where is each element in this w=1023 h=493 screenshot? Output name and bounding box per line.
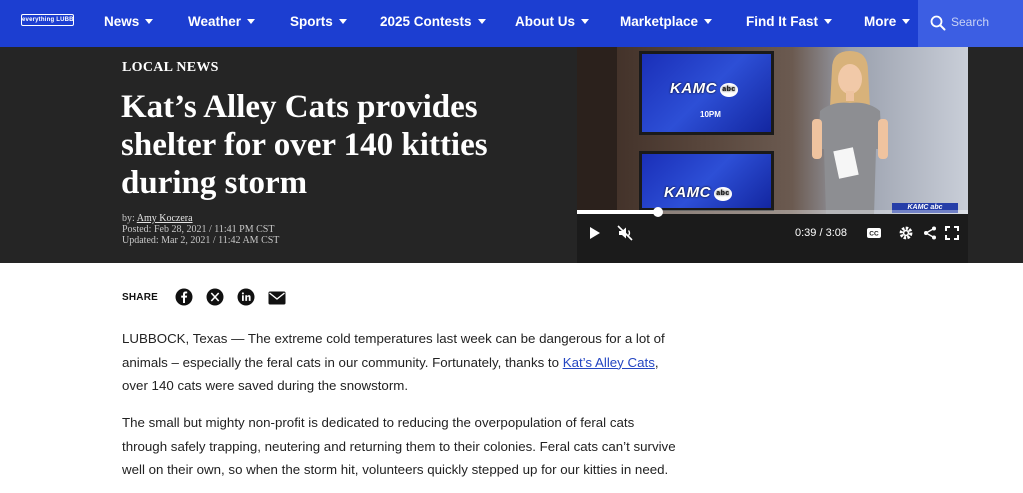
- monitor-brand: KAMC abc: [664, 184, 732, 201]
- nav-news[interactable]: News: [104, 0, 154, 44]
- scrubber-handle[interactable]: [652, 207, 663, 217]
- muted-speaker-icon[interactable]: [617, 225, 633, 241]
- monitor-brand: KAMC abc: [670, 80, 738, 97]
- time-readout: 0:39 / 3:08: [795, 227, 848, 239]
- svg-text:CC: CC: [869, 231, 879, 238]
- nav-find-it-fast-label: Find It Fast: [746, 14, 818, 29]
- byline-prefix: by:: [122, 213, 137, 224]
- x-icon[interactable]: [206, 288, 224, 306]
- nav-sports-label: Sports: [290, 14, 333, 29]
- nav-find-it-fast[interactable]: Find It Fast: [746, 0, 832, 44]
- studio-monitor: KAMC abc: [639, 151, 774, 211]
- search-box[interactable]: [918, 0, 1023, 47]
- article-paragraph: LUBBOCK, Texas — The extreme cold temper…: [122, 327, 682, 398]
- news-anchor-figure: [812, 51, 888, 214]
- article-hero: LOCAL NEWS Kat’s Alley Cats provides she…: [0, 47, 1023, 263]
- site-logo[interactable]: everything LUBBOCK: [21, 14, 74, 26]
- nav-marketplace-label: Marketplace: [620, 14, 699, 29]
- chevron-down-icon: [704, 19, 713, 24]
- nav-more[interactable]: More: [864, 0, 911, 44]
- posted-date: Posted: Feb 28, 2021 / 11:41 PM CST: [122, 224, 275, 235]
- chevron-down-icon: [477, 19, 486, 24]
- monitor-slot: 10PM: [700, 110, 721, 119]
- nav-about-us[interactable]: About Us: [515, 0, 589, 44]
- progress-fill: [577, 210, 658, 214]
- linkedin-icon[interactable]: [237, 288, 255, 306]
- chevron-down-icon: [145, 19, 154, 24]
- updated-date: Updated: Mar 2, 2021 / 11:42 AM CST: [122, 235, 280, 246]
- facebook-icon[interactable]: [175, 288, 193, 306]
- nav-about-us-label: About Us: [515, 14, 575, 29]
- play-icon[interactable]: [586, 225, 602, 241]
- current-time: 0:39: [795, 227, 817, 239]
- gear-icon[interactable]: [898, 225, 914, 241]
- search-icon[interactable]: [930, 15, 946, 31]
- share-icon[interactable]: [922, 225, 938, 241]
- nav-weather[interactable]: Weather: [188, 0, 256, 44]
- studio-monitor: KAMC abc 10PM: [639, 51, 774, 135]
- kats-alley-cats-link[interactable]: Kat’s Alley Cats: [563, 355, 655, 370]
- chevron-down-icon: [581, 19, 589, 24]
- share-label: SHARE: [122, 292, 159, 303]
- progress-bar[interactable]: [577, 207, 968, 217]
- nav-weather-label: Weather: [188, 14, 242, 29]
- chevron-down-icon: [902, 19, 911, 24]
- search-input[interactable]: [951, 13, 1019, 31]
- section-label[interactable]: LOCAL NEWS: [122, 60, 219, 76]
- closed-captions-icon[interactable]: CC: [866, 225, 882, 241]
- studio-wall: [577, 47, 617, 214]
- duration: 3:08: [825, 227, 848, 239]
- top-nav: everything LUBBOCK News Weather Sports 2…: [0, 0, 1023, 47]
- email-icon[interactable]: [268, 289, 286, 307]
- article-byline: by: Amy Koczera Posted: Feb 28, 2021 / 1…: [122, 213, 279, 246]
- abc-logo: abc: [714, 187, 732, 201]
- nav-news-label: News: [104, 14, 140, 29]
- article-headline: Kat’s Alley Cats provides shelter for ov…: [121, 89, 488, 201]
- video-frame[interactable]: KAMC abc 10PM KAMC abc KAMC abc: [577, 47, 968, 214]
- article-paragraph: The small but mighty non-profit is dedic…: [122, 415, 676, 477]
- nav-contests-label: 2025 Contests: [380, 14, 472, 29]
- fullscreen-icon[interactable]: [944, 225, 960, 241]
- nav-more-label: More: [864, 14, 897, 29]
- nav-sports[interactable]: Sports: [290, 0, 347, 44]
- chevron-down-icon: [247, 19, 256, 24]
- chevron-down-icon: [338, 19, 347, 24]
- monitor-brand-text: KAMC: [664, 184, 711, 201]
- monitor-brand-text: KAMC: [670, 80, 717, 97]
- video-player[interactable]: KAMC abc 10PM KAMC abc KAMC abc 0:39 / 3…: [577, 47, 968, 263]
- abc-logo: abc: [720, 83, 738, 97]
- author-link[interactable]: Amy Koczera: [137, 213, 193, 224]
- nav-contests[interactable]: 2025 Contests: [380, 0, 486, 44]
- chevron-down-icon: [824, 19, 832, 24]
- nav-marketplace[interactable]: Marketplace: [620, 0, 713, 44]
